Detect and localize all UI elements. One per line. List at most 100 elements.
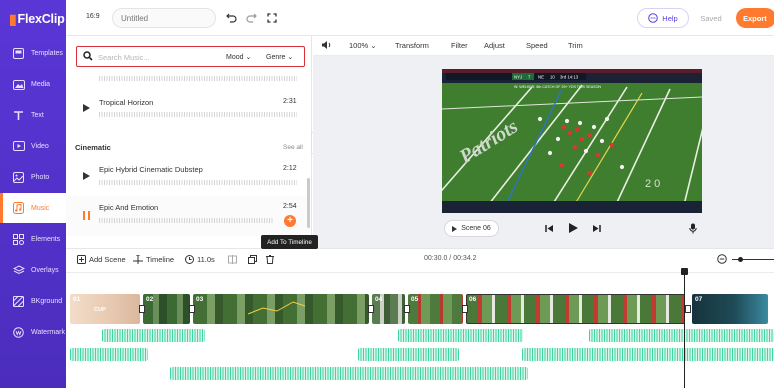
waveform: [99, 218, 274, 223]
transform-button[interactable]: Transform: [395, 41, 429, 50]
track-title[interactable]: Tropical Horizon: [99, 98, 153, 107]
audio-clip[interactable]: [589, 329, 774, 342]
sidebar-item-label: Photo: [31, 173, 50, 181]
genre-dropdown[interactable]: Genre ⌄: [266, 53, 293, 61]
adjust-button[interactable]: Adjust: [484, 41, 505, 50]
logo-mark-icon: ▮: [9, 10, 17, 27]
track-title[interactable]: Epic And Emotion: [99, 203, 158, 212]
scene-selector-button[interactable]: Scene 06: [444, 220, 499, 237]
sidebar-item-music[interactable]: Music: [0, 193, 66, 223]
search-input[interactable]: Search Music...: [98, 53, 150, 62]
audio-clip[interactable]: [522, 348, 774, 361]
transition-marker[interactable]: [139, 305, 145, 313]
sidebar-item-label: Music: [31, 204, 50, 212]
play-icon[interactable]: [83, 172, 90, 180]
zoom-out-icon[interactable]: [717, 254, 727, 266]
project-title-input[interactable]: [112, 8, 216, 28]
transition-marker[interactable]: [462, 305, 468, 313]
trim-button[interactable]: Trim: [568, 41, 583, 50]
delete-icon[interactable]: [266, 255, 274, 264]
redo-icon[interactable]: [244, 11, 258, 25]
help-button[interactable]: Help: [637, 8, 689, 28]
audio-clip[interactable]: [398, 329, 523, 342]
scene-clip[interactable]: 07: [692, 294, 768, 324]
audio-clip[interactable]: [70, 348, 148, 361]
track-duration: 2:31: [283, 98, 297, 105]
track-row-selected[interactable]: [66, 196, 310, 236]
play-icon: [452, 225, 458, 232]
mood-dropdown[interactable]: Mood ⌄: [226, 53, 251, 61]
audio-clip[interactable]: [170, 367, 528, 380]
sidebar-item-templates[interactable]: Templates: [0, 38, 66, 68]
duplicate-icon[interactable]: [248, 255, 257, 264]
transition-marker[interactable]: [404, 305, 410, 313]
scene-clip[interactable]: 04: [372, 294, 405, 324]
sidebar-item-label: BKground: [31, 297, 63, 305]
volume-icon[interactable]: [321, 40, 332, 52]
scene-clip[interactable]: 02: [143, 294, 190, 324]
fullscreen-icon[interactable]: [265, 11, 279, 25]
panel-scrollbar[interactable]: [307, 178, 310, 228]
microphone-icon[interactable]: [689, 223, 697, 236]
sidebar-item-bkground[interactable]: BKground: [0, 286, 66, 316]
audio-clip[interactable]: [102, 329, 205, 342]
help-label: Help: [662, 13, 678, 23]
music-search-bar[interactable]: Search Music... Mood ⌄ Genre ⌄: [76, 46, 305, 67]
undo-icon[interactable]: [224, 11, 238, 25]
zoom-slider-handle[interactable]: [738, 257, 743, 262]
filter-button[interactable]: Filter: [451, 41, 468, 50]
playhead[interactable]: [684, 270, 685, 388]
scene-number: 06: [469, 296, 477, 303]
chat-icon: [648, 13, 659, 23]
app-logo[interactable]: ▮ FlexClip: [0, 0, 66, 38]
waveform: [99, 180, 297, 185]
aspect-ratio-button[interactable]: 16:9: [86, 13, 100, 20]
sidebar-item-label: Media: [31, 80, 51, 88]
scene-clip-selected[interactable]: 06: [466, 294, 685, 324]
scene-number: 01: [73, 296, 81, 303]
next-icon[interactable]: [592, 224, 601, 235]
chevron-down-icon: ⌄: [287, 54, 294, 61]
sidebar-item-label: Video: [31, 142, 49, 150]
sidebar-item-text[interactable]: Text: [0, 100, 66, 130]
sidebar-item-watermark[interactable]: Watermark: [0, 317, 66, 347]
split-icon[interactable]: [228, 255, 237, 264]
sidebar-item-elements[interactable]: Elements: [0, 224, 66, 254]
sidebar-item-label: Watermark: [31, 328, 65, 336]
scene-clip[interactable]: 01 CUP: [70, 294, 140, 324]
transition-marker[interactable]: [189, 305, 195, 313]
transition-marker[interactable]: [368, 305, 374, 313]
sidebar-item-overlays[interactable]: Overlays: [0, 255, 66, 285]
sidebar-item-media[interactable]: Media: [0, 69, 66, 99]
transition-marker[interactable]: [685, 305, 691, 313]
see-all-link[interactable]: See all: [283, 144, 303, 151]
scene-clip[interactable]: 05: [408, 294, 463, 324]
speed-button[interactable]: Speed: [526, 41, 548, 50]
add-to-timeline-button[interactable]: +: [284, 215, 296, 227]
sidebar-item-label: Overlays: [31, 266, 59, 274]
waveform: [99, 112, 297, 117]
audio-clip[interactable]: [358, 348, 459, 361]
scene-number: 02: [146, 296, 154, 303]
track-title[interactable]: Epic Hybrid Cinematic Dubstep: [99, 165, 203, 174]
sidebar-item-video[interactable]: Video: [0, 131, 66, 161]
previous-icon[interactable]: [545, 224, 554, 235]
export-button[interactable]: Export: [736, 8, 774, 28]
duration-button[interactable]: 11.0s: [185, 255, 215, 264]
music-panel: Search Music... Mood ⌄ Genre ⌄ Tropical …: [66, 36, 312, 248]
timeline-toggle-button[interactable]: Timeline: [133, 255, 174, 264]
play-button[interactable]: [568, 222, 579, 236]
play-icon[interactable]: [83, 104, 90, 112]
sidebar-item-photo[interactable]: Photo: [0, 162, 66, 192]
video-icon: [12, 140, 25, 153]
timeline-panel: Add Scene Timeline 11.0s 00:30.0 / 00:34…: [66, 248, 774, 388]
video-preview[interactable]: Patriots 2 0 NYJ 7 NE 10 3rd 14:13 W. WE…: [442, 69, 702, 213]
sidebar: ▮ FlexClip Templates Media Text Video Pho…: [0, 0, 66, 388]
add-scene-button[interactable]: Add Scene: [77, 255, 126, 264]
pause-icon[interactable]: [83, 211, 90, 220]
scene-clip[interactable]: 03: [193, 294, 369, 324]
photo-icon: [12, 171, 25, 184]
zoom-dropdown[interactable]: 100% ⌄: [349, 41, 377, 50]
media-icon: [12, 78, 25, 91]
scoreboard-score-b: 10: [550, 75, 555, 80]
